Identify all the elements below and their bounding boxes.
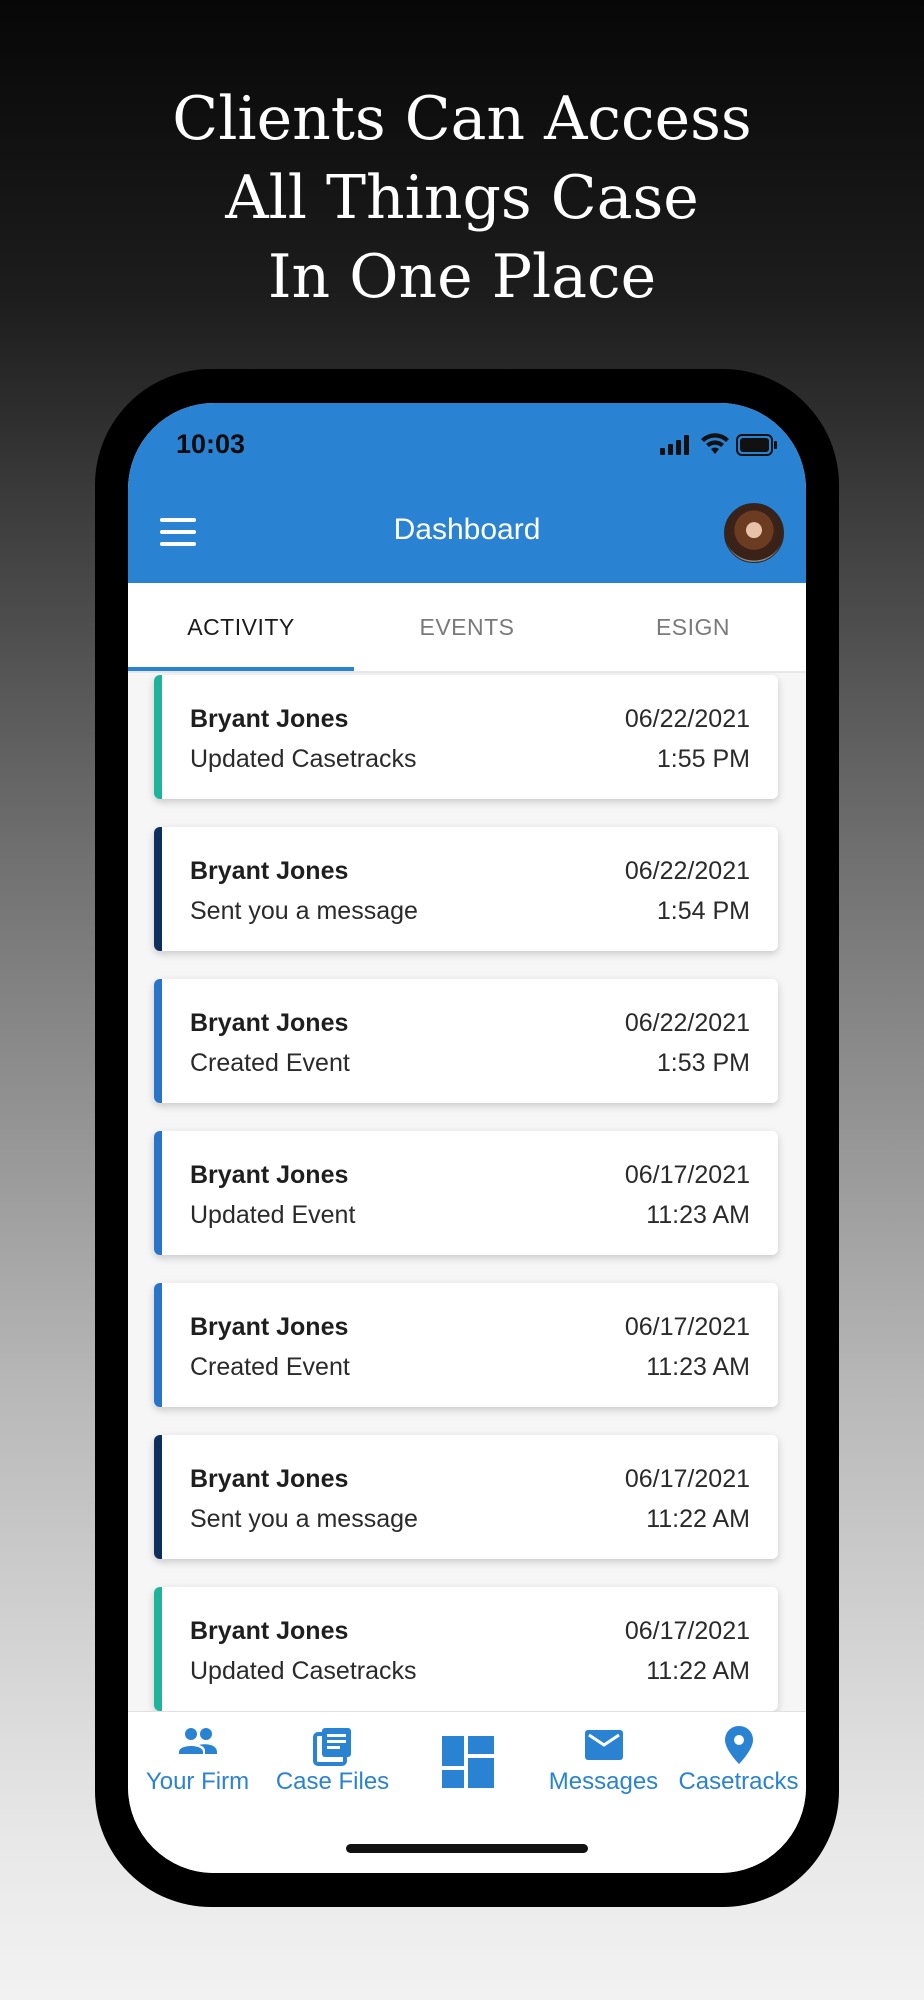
activity-name: Bryant Jones [190,705,349,733]
dashboard-icon [441,1736,494,1788]
activity-name: Bryant Jones [190,857,349,885]
activity-card[interactable]: Bryant Jones Updated Event 06/17/2021 11… [154,1131,778,1255]
activity-time: 11:22 AM [646,1657,750,1685]
activity-date: 06/17/2021 [624,1465,750,1493]
accent-bar [154,1435,162,1559]
activity-action: Sent you a message [190,1505,418,1533]
activity-action: Created Event [190,1353,350,1381]
activity-action: Updated Casetracks [190,1657,417,1685]
accent-bar [154,1131,162,1255]
activity-card[interactable]: Bryant Jones Created Event 06/17/2021 11… [154,1283,778,1407]
files-icon [312,1728,351,1766]
headline: Clients Can Access All Things Case In On… [0,80,924,317]
activity-time: 11:22 AM [646,1505,750,1533]
tab-esign[interactable]: ESIGN [580,583,806,671]
activity-action: Updated Event [190,1201,356,1229]
activity-date: 06/17/2021 [624,1161,750,1189]
phone-screen: 10:03 Dashboard ACTIVITY EVENTS ESIGN Br… [128,403,806,1873]
activity-action: Updated Casetracks [190,745,417,773]
activity-card[interactable]: Bryant Jones Updated Casetracks 06/22/20… [154,675,778,799]
accent-bar [154,979,162,1103]
headline-line-1: Clients Can Access [172,84,752,154]
headline-line-2: All Things Case [225,163,699,233]
tab-activity[interactable]: ACTIVITY [128,583,354,671]
activity-card[interactable]: Bryant Jones Sent you a message 06/22/20… [154,827,778,951]
activity-time: 1:53 PM [656,1049,750,1077]
tab-events[interactable]: EVENTS [354,583,580,671]
activity-list[interactable]: Bryant Jones Updated Casetracks 06/22/20… [128,673,806,1711]
activity-action: Sent you a message [190,897,418,925]
accent-bar [154,827,162,951]
mail-icon [584,1730,623,1760]
nav-case-files-label: Case Files [275,1768,390,1795]
nav-casetracks-label: Casetracks [678,1768,799,1795]
activity-name: Bryant Jones [190,1313,349,1341]
tab-bar: ACTIVITY EVENTS ESIGN [128,583,806,673]
activity-time: 11:23 AM [646,1353,750,1381]
activity-time: 11:23 AM [646,1201,750,1229]
activity-name: Bryant Jones [190,1465,349,1493]
activity-name: Bryant Jones [190,1009,349,1037]
activity-date: 06/17/2021 [624,1617,750,1645]
nav-your-firm[interactable]: Your Firm [130,1712,265,1812]
nav-casetracks[interactable]: Casetracks [671,1712,806,1812]
nav-dashboard[interactable] [400,1712,535,1812]
avatar[interactable] [724,503,784,563]
nav-messages[interactable]: Messages [536,1712,671,1812]
activity-date: 06/17/2021 [624,1313,750,1341]
accent-bar [154,675,162,799]
activity-card[interactable]: Bryant Jones Sent you a message 06/17/20… [154,1435,778,1559]
wifi-icon [701,433,729,454]
active-tab-indicator [128,667,354,671]
nav-messages-label: Messages [548,1768,659,1795]
location-pin-icon [724,1726,753,1764]
activity-card[interactable]: Bryant Jones Updated Casetracks 06/17/20… [154,1587,778,1711]
activity-date: 06/22/2021 [624,857,750,885]
home-indicator[interactable] [346,1844,588,1853]
activity-name: Bryant Jones [190,1617,349,1645]
page-title: Dashboard [393,513,541,546]
app-bar: 10:03 Dashboard [128,403,806,583]
people-icon [178,1728,217,1754]
status-time: 10:03 [176,429,246,459]
accent-bar [154,1587,162,1711]
accent-bar [154,1283,162,1407]
activity-card[interactable]: Bryant Jones Created Event 06/22/2021 1:… [154,979,778,1103]
activity-time: 1:55 PM [656,745,750,773]
activity-action: Created Event [190,1049,350,1077]
activity-date: 06/22/2021 [624,1009,750,1037]
headline-line-3: In One Place [267,242,657,312]
nav-your-firm-label: Your Firm [145,1768,250,1795]
activity-time: 1:54 PM [656,897,750,925]
cellular-signal-icon [660,435,689,455]
nav-case-files[interactable]: Case Files [265,1712,400,1812]
activity-name: Bryant Jones [190,1161,349,1189]
battery-icon [736,434,777,456]
activity-date: 06/22/2021 [624,705,750,733]
